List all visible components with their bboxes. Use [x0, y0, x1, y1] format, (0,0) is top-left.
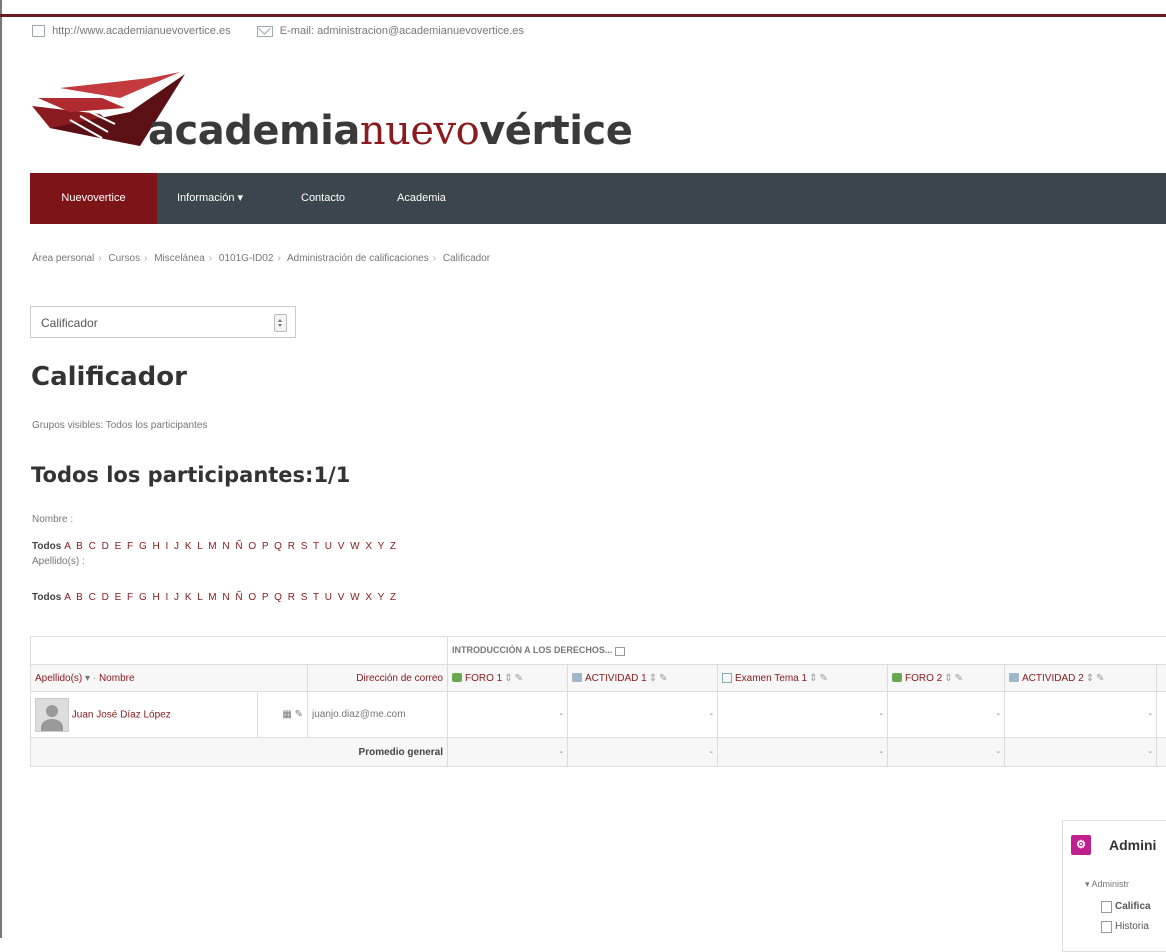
breadcrumb-item[interactable]: 0101G-ID02: [219, 253, 273, 264]
web-icon: [32, 25, 45, 37]
nav-item-contacto[interactable]: Contacto: [301, 173, 345, 224]
edit-pencil-icon[interactable]: ✎: [295, 709, 303, 720]
grade-item-foro1[interactable]: FORO 1: [465, 673, 502, 684]
surname-letters[interactable]: A B C D E F G H I J K L M N Ñ O P Q R S …: [64, 592, 397, 603]
grade-cell[interactable]: -: [888, 692, 1005, 738]
grade-item-actividad2[interactable]: ACTIVIDAD 2: [1022, 673, 1084, 684]
grade-item-actividad1[interactable]: ACTIVIDAD 1: [585, 673, 647, 684]
edit-pencil-icon[interactable]: ✎: [515, 673, 523, 684]
report-view-value: Calificador: [41, 316, 98, 330]
email-link[interactable]: E-mail: administracion@academianuevovert…: [280, 25, 524, 37]
average-cell: -: [718, 738, 888, 767]
overall-average-label: Promedio general: [31, 738, 448, 767]
visible-groups-text: Grupos visibles: Todos los participantes: [32, 420, 207, 431]
logo-wordmark: academianuevovértice: [148, 108, 632, 154]
breadcrumb-item[interactable]: Cursos: [108, 253, 140, 264]
average-cell: -: [888, 738, 1005, 767]
breadcrumb-item[interactable]: Área personal: [32, 253, 94, 264]
category-collapse-icon[interactable]: [615, 647, 625, 656]
edit-pencil-icon[interactable]: ✎: [659, 673, 667, 684]
sort-by-email-link[interactable]: Dirección de correo: [356, 673, 443, 684]
page-icon: [1101, 901, 1112, 913]
sort-icon[interactable]: ⇕: [1086, 673, 1094, 684]
main-navbar: Nuevovertice Información ▾ Contacto Acad…: [30, 173, 1166, 224]
surname-all[interactable]: Todos: [32, 592, 61, 603]
edit-pencil-icon[interactable]: ✎: [1096, 673, 1104, 684]
breadcrumb-item: Calificador: [443, 253, 490, 264]
nav-item-nuevovertice[interactable]: Nuevovertice: [30, 173, 157, 224]
first-name-filter-label: Nombre :: [32, 514, 73, 525]
grade-cell[interactable]: -: [1005, 692, 1157, 738]
student-email: juanjo.diaz@me.com: [308, 692, 448, 738]
quiz-icon: [722, 673, 732, 683]
administration-block: ⚙ Admini ▾ Administr Califica Historia: [1062, 820, 1166, 952]
breadcrumb: Área personal› Cursos› Miscelánea› 0101G…: [32, 253, 490, 264]
breadcrumb-item[interactable]: Miscelánea: [154, 253, 205, 264]
average-cell: -: [448, 738, 568, 767]
surname-filter-label: Apellido(s) :: [32, 556, 85, 567]
grade-cell[interactable]: -: [448, 692, 568, 738]
grade-item-examen-tema1[interactable]: Examen Tema 1: [735, 673, 807, 684]
avatar[interactable]: [35, 698, 69, 732]
surname-alphabet-filter[interactable]: TodosA B C D E F G H I J K L M N Ñ O P Q…: [32, 592, 398, 603]
sort-by-name-link[interactable]: Nombre: [99, 673, 135, 684]
first-name-letters[interactable]: A B C D E F G H I J K L M N Ñ O P Q R S …: [64, 541, 397, 552]
site-logo[interactable]: academianuevovértice: [30, 68, 650, 168]
participants-heading: Todos los participantes:1/1: [31, 463, 350, 487]
sort-by-surname-link[interactable]: Apellido(s): [35, 673, 82, 684]
sort-desc-icon: ▾: [85, 673, 90, 684]
column-header-row: Apellido(s) ▾ · Nombre Dirección de corr…: [31, 665, 1166, 692]
first-name-alphabet-filter[interactable]: TodosA B C D E F G H I J K L M N Ñ O P Q…: [32, 541, 398, 552]
forum-icon: [892, 673, 902, 682]
assignment-icon: [572, 673, 582, 682]
window-edge: [0, 0, 2, 938]
sort-icon[interactable]: ⇕: [809, 673, 817, 684]
nav-item-academia[interactable]: Academia: [397, 173, 446, 224]
student-name-link[interactable]: Juan José Díaz López: [72, 709, 171, 720]
forum-icon: [452, 673, 462, 682]
sort-icon[interactable]: ⇕: [504, 673, 512, 684]
first-name-all[interactable]: Todos: [32, 541, 61, 552]
sort-icon[interactable]: ⇕: [649, 673, 657, 684]
grade-cell[interactable]: -: [568, 692, 718, 738]
edit-pencil-icon[interactable]: ✎: [819, 673, 827, 684]
assignment-icon: [1009, 673, 1019, 682]
grade-cell[interactable]: -: [718, 692, 888, 738]
site-url-link[interactable]: http://www.academianuevovertice.es: [52, 25, 231, 37]
mail-icon: [257, 26, 273, 37]
sort-icon[interactable]: ⇕: [944, 673, 952, 684]
average-cell: -: [1005, 738, 1157, 767]
student-report-icon[interactable]: ▦: [282, 709, 291, 720]
top-accent-rule: [0, 14, 1166, 17]
administration-tree-node[interactable]: ▾ Administr: [1085, 879, 1129, 890]
admin-link-calificador[interactable]: Califica: [1115, 901, 1151, 912]
breadcrumb-item[interactable]: Administración de calificaciones: [287, 253, 429, 264]
contact-bar: http://www.academianuevovertice.es E-mai…: [32, 25, 524, 37]
report-view-select[interactable]: Calificador: [30, 306, 296, 338]
category-name: INTRODUCCIÓN A LOS DERECHOS...: [452, 645, 612, 655]
administration-block-title: Admini: [1109, 837, 1156, 853]
admin-link-historial[interactable]: Historia: [1115, 921, 1149, 932]
table-row: Juan José Díaz López ▦ ✎ juanjo.diaz@me.…: [31, 692, 1166, 738]
grader-table: INTRODUCCIÓN A LOS DERECHOS... Apellido(…: [30, 636, 1166, 767]
edit-pencil-icon[interactable]: ✎: [955, 673, 963, 684]
category-header-row: INTRODUCCIÓN A LOS DERECHOS...: [31, 637, 1166, 665]
select-arrows-icon: [274, 314, 287, 332]
overall-average-row: Promedio general - - - - -: [31, 738, 1166, 767]
average-cell: -: [568, 738, 718, 767]
page-icon: [1101, 921, 1112, 933]
settings-gears-icon: ⚙: [1071, 835, 1091, 855]
page-title: Calificador: [31, 362, 187, 392]
grade-item-foro2[interactable]: FORO 2: [905, 673, 942, 684]
nav-item-informacion[interactable]: Información ▾: [177, 173, 243, 224]
